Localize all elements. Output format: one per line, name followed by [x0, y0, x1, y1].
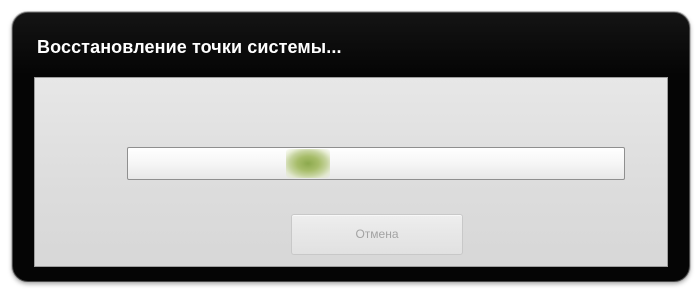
dialog-content: Отмена: [34, 77, 668, 267]
cancel-button[interactable]: Отмена: [291, 214, 463, 255]
progress-bar: [127, 147, 625, 180]
dialog-title: Восстановление точки системы...: [37, 37, 342, 57]
dialog-title-bar[interactable]: Восстановление точки системы...: [13, 13, 689, 75]
system-restore-dialog: Восстановление точки системы... Отмена: [12, 12, 690, 282]
progress-indicator: [286, 149, 330, 178]
